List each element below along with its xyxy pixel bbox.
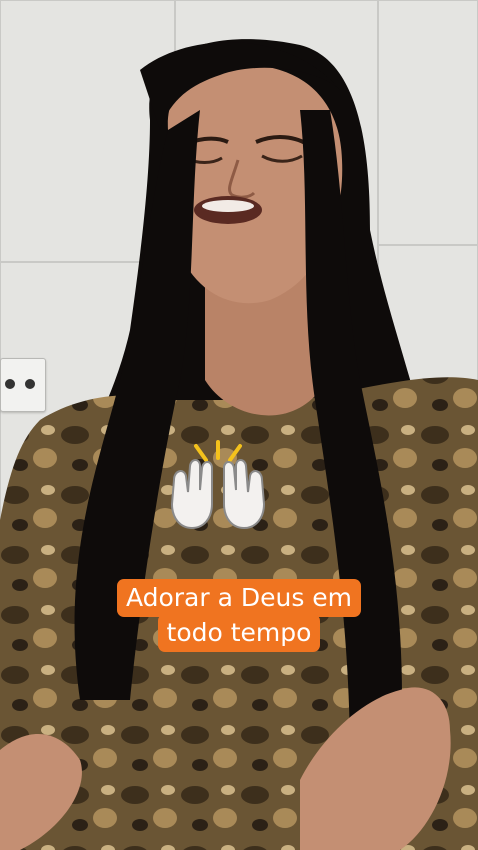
raising-hands-icon [170,440,266,530]
caption-line-2: todo tempo [157,614,321,652]
caption-box: Adorar a Deus em todo tempo [0,579,478,652]
singing-woman [0,39,478,850]
video-frame: Adorar a Deus em todo tempo [0,0,478,850]
caption-line-1: Adorar a Deus em [116,579,362,617]
